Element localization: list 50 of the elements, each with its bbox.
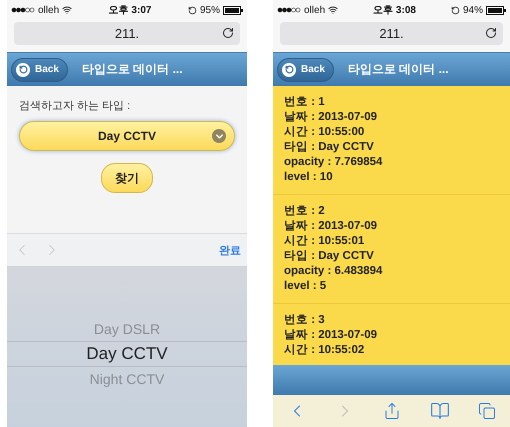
record-line: 번호 : 1: [284, 95, 326, 110]
back-icon: [16, 62, 30, 76]
carrier-name: olleh: [38, 4, 60, 16]
address-bar[interactable]: 211.: [280, 22, 503, 45]
rotation-lock-icon: [450, 6, 460, 14]
record-line: 시간 : 10:55:02: [284, 343, 366, 358]
find-button[interactable]: 찾기: [101, 163, 153, 193]
record-line: 날짜 : 2013-07-09: [284, 110, 378, 125]
dropdown-icon: [212, 129, 226, 143]
record-line: opacity : 6.483894: [284, 264, 384, 279]
wifi-icon: [62, 5, 72, 15]
battery-percent: 95%: [200, 4, 220, 16]
address-bar[interactable]: 211.: [14, 22, 240, 45]
share-icon[interactable]: [383, 402, 402, 420]
record-line: level : 10: [284, 170, 334, 185]
page-title: 타입으로 데이터 ...: [82, 61, 183, 78]
reload-icon[interactable]: [222, 27, 234, 39]
battery-icon: [486, 6, 506, 14]
signal-icon: [277, 7, 301, 13]
done-button[interactable]: 완료: [219, 242, 241, 258]
back-icon: [282, 62, 296, 76]
rotation-lock-icon: [188, 6, 197, 14]
picker-option[interactable]: Day CCTV: [7, 341, 247, 367]
field-label: 검색하고자 하는 타입 :: [19, 99, 130, 113]
tabs-icon[interactable]: [478, 402, 496, 420]
record-line: 타입 : Day CCTV: [284, 249, 375, 264]
type-select[interactable]: Day CCTV: [19, 121, 235, 151]
url-text: 211.: [114, 26, 140, 41]
battery-icon: [222, 6, 243, 14]
record-line: 날짜 : 2013-07-09: [284, 328, 378, 343]
battery-percent: 94%: [462, 4, 483, 16]
record-line: 번호 : 3: [284, 313, 326, 328]
record-line: 시간 : 10:55:01: [284, 234, 366, 249]
page-title: 타입으로 데이터 ...: [348, 61, 449, 78]
record-line: level : 5: [284, 279, 328, 294]
status-time: 오후 3:07: [108, 4, 152, 17]
record-line: 번호 : 2: [284, 204, 326, 219]
bookmarks-icon[interactable]: [430, 401, 450, 421]
carrier-name: olleh: [304, 4, 326, 16]
record-line: 시간 : 10:55:00: [284, 125, 366, 140]
wifi-icon: [328, 5, 338, 15]
url-text: 211.: [379, 26, 404, 41]
record-line: opacity : 7.769854: [284, 155, 384, 170]
record-line: 타입 : Day CCTV: [284, 140, 375, 155]
back-button[interactable]: Back: [277, 58, 334, 82]
back-button[interactable]: Back: [11, 58, 68, 82]
signal-icon: [11, 7, 35, 13]
record-line: 날짜 : 2013-07-09: [284, 219, 378, 234]
reload-icon[interactable]: [485, 27, 497, 39]
status-time: 오후 3:08: [373, 4, 416, 17]
